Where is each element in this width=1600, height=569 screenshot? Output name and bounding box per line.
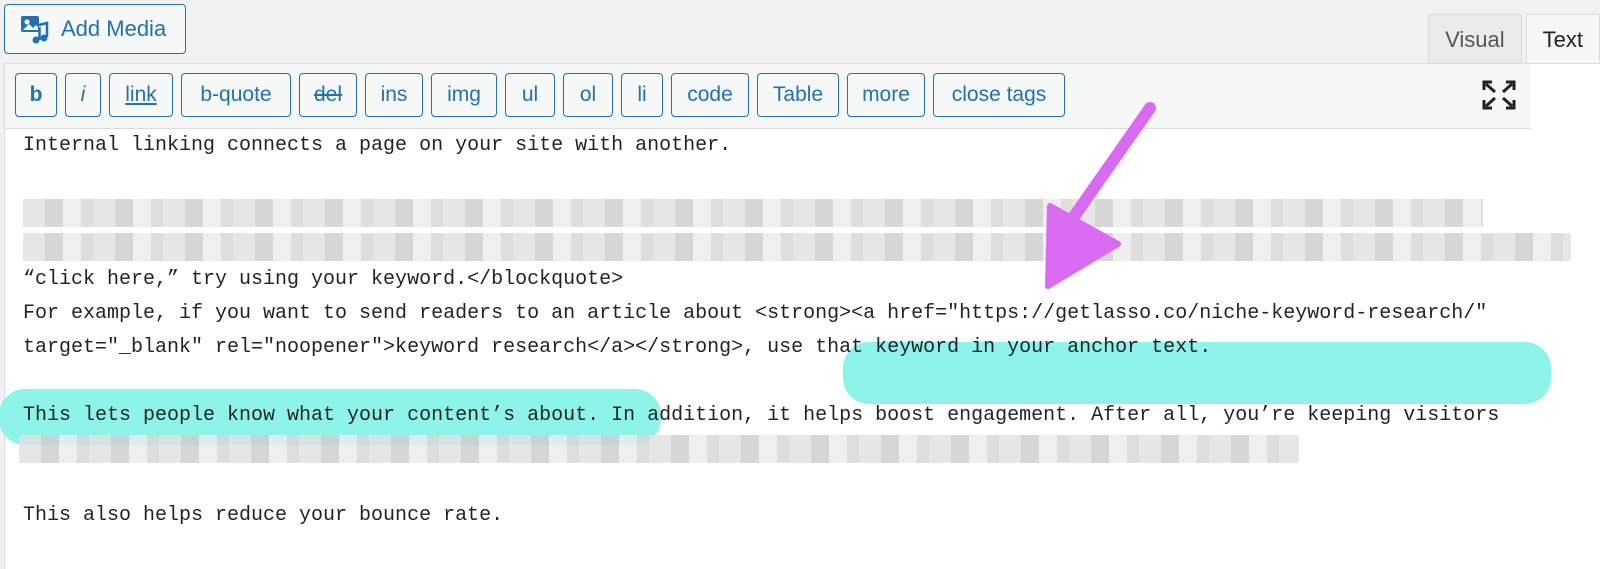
tab-text[interactable]: Text — [1525, 14, 1600, 65]
li-button[interactable]: li — [621, 73, 663, 117]
text-line: Internal linking connects a page on your… — [23, 134, 732, 157]
blurred-text — [23, 199, 1483, 227]
bold-button[interactable]: b — [15, 73, 57, 117]
close-tags-button[interactable]: close tags — [933, 73, 1065, 117]
ul-button[interactable]: ul — [505, 73, 555, 117]
blurred-text — [19, 435, 1299, 463]
del-button[interactable]: del — [299, 73, 357, 117]
blurred-text — [23, 233, 1571, 261]
img-button[interactable]: img — [431, 73, 497, 117]
blockquote-button[interactable]: b-quote — [181, 73, 291, 117]
italic-button[interactable]: i — [65, 73, 101, 117]
ol-button[interactable]: ol — [563, 73, 613, 117]
add-media-button[interactable]: Add Media — [4, 4, 186, 54]
tab-visual[interactable]: Visual — [1428, 14, 1522, 64]
add-media-label: Add Media — [61, 16, 167, 41]
fullscreen-icon[interactable] — [1482, 80, 1516, 110]
media-icon — [19, 13, 51, 45]
text-line: “click here,” try using your keyword.</b… — [23, 268, 624, 291]
text-editor: b i link b-quote del ins img ul ol li co… — [0, 63, 1600, 569]
text-line: target="_blank" rel="noopener">keyword r… — [23, 336, 1212, 359]
code-button[interactable]: code — [671, 73, 749, 117]
quicktags-toolbar: b i link b-quote del ins img ul ol li co… — [5, 64, 1531, 129]
text-content[interactable]: Internal linking connects a page on your… — [0, 129, 1600, 569]
link-button[interactable]: link — [109, 73, 173, 117]
more-button[interactable]: more — [847, 73, 925, 117]
editor-tabs: Visual Text — [1428, 14, 1600, 65]
ins-button[interactable]: ins — [365, 73, 423, 117]
text-line: For example, if you want to send readers… — [23, 302, 1488, 325]
text-line: This also helps reduce your bounce rate. — [23, 504, 504, 527]
table-button[interactable]: Table — [757, 73, 839, 117]
text-line: This lets people know what your content’… — [23, 404, 1500, 427]
